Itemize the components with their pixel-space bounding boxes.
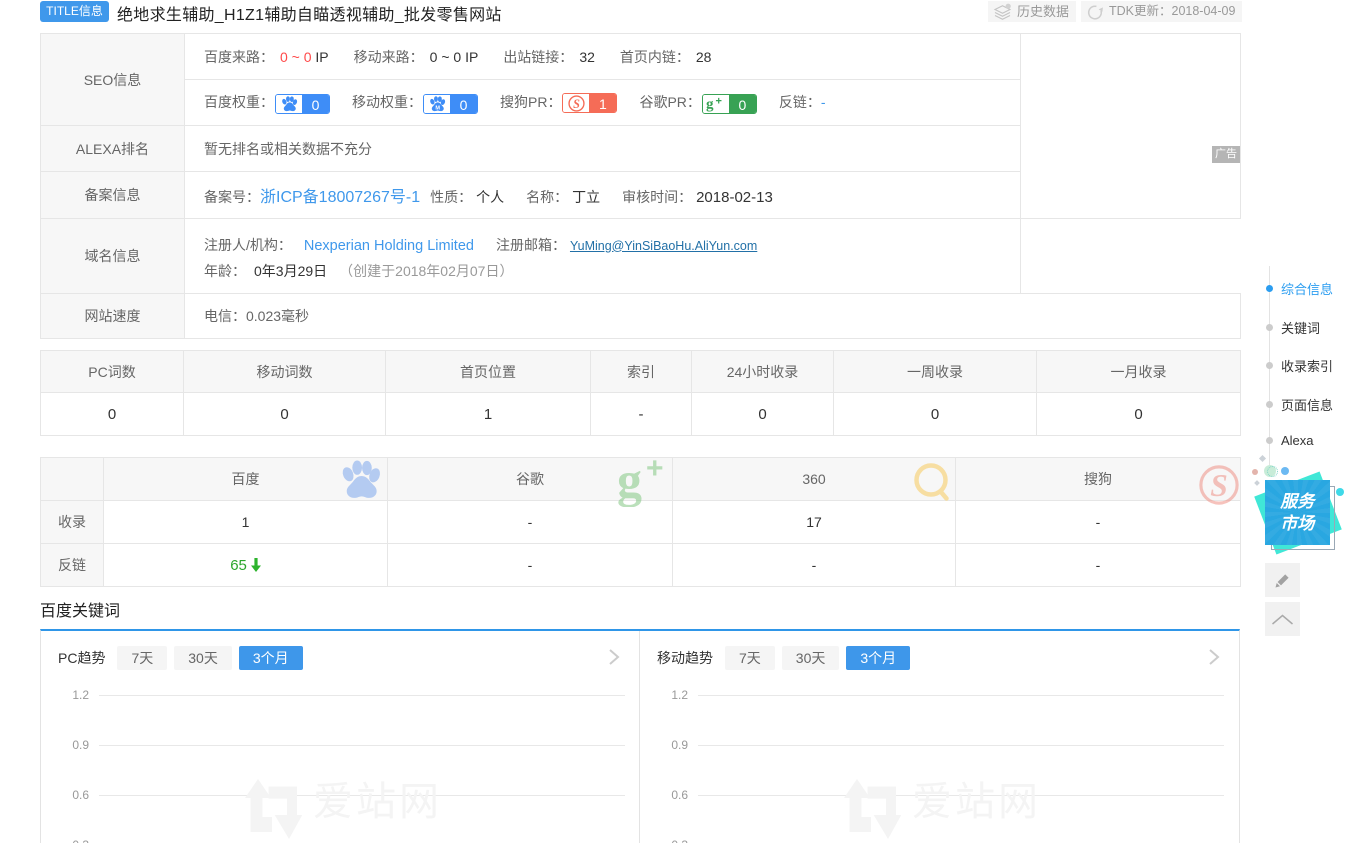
svg-text:+: + <box>716 96 722 108</box>
svg-text:M: M <box>435 105 440 111</box>
svg-text:+: + <box>646 455 664 485</box>
svg-text:S: S <box>573 96 580 110</box>
svg-text:g: g <box>617 455 642 507</box>
svg-text:S: S <box>1210 468 1228 503</box>
svg-text:g: g <box>706 96 714 112</box>
